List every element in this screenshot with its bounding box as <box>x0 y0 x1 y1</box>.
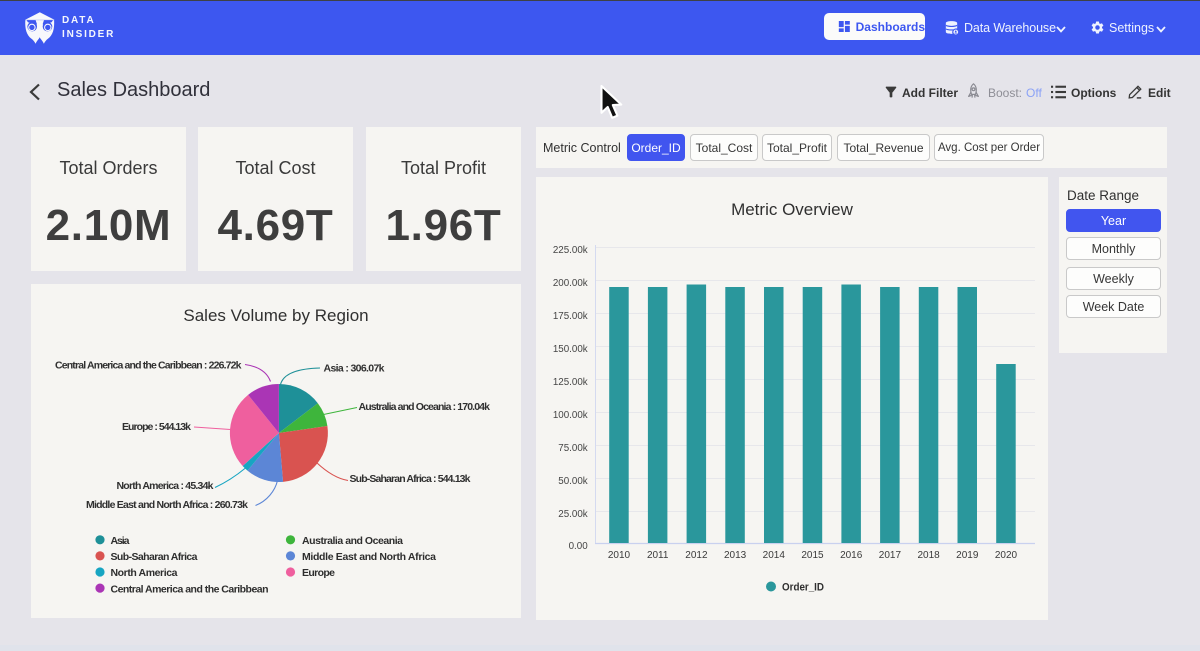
svg-text:2019: 2019 <box>956 550 979 561</box>
svg-text:Asia: Asia <box>111 535 130 547</box>
svg-text:2018: 2018 <box>917 550 940 561</box>
svg-text:Sub-Saharan Africa: Sub-Saharan Africa <box>111 551 198 563</box>
svg-text:2012: 2012 <box>685 550 708 561</box>
svg-text:Europe : 544.13k: Europe : 544.13k <box>122 421 191 433</box>
svg-text:North America: North America <box>111 567 178 579</box>
svg-text:175.00k: 175.00k <box>553 311 588 322</box>
svg-text:Middle East and North Africa: Middle East and North Africa <box>302 551 436 563</box>
svg-text:2011: 2011 <box>647 550 669 561</box>
svg-text:Europe: Europe <box>302 567 335 579</box>
svg-text:Middle East and North Africa :: Middle East and North Africa : 260.73k <box>86 499 248 511</box>
svg-text:2013: 2013 <box>724 550 747 561</box>
svg-text:2017: 2017 <box>879 550 902 561</box>
svg-text:Central America and the Caribb: Central America and the Caribbean <box>111 583 269 595</box>
svg-text:200.00k: 200.00k <box>553 278 588 289</box>
svg-text:Sub-Saharan Africa : 544.13k: Sub-Saharan Africa : 544.13k <box>350 473 471 485</box>
svg-text:Australia and Oceania : 170.04: Australia and Oceania : 170.04k <box>359 401 491 413</box>
svg-text:Asia : 306.07k: Asia : 306.07k <box>324 363 385 375</box>
svg-text:2020: 2020 <box>995 550 1018 561</box>
svg-text:2015: 2015 <box>801 550 824 561</box>
svg-text:2016: 2016 <box>840 550 863 561</box>
svg-text:Order_ID: Order_ID <box>782 582 824 594</box>
svg-text:225.00k: 225.00k <box>553 245 588 256</box>
svg-text:2010: 2010 <box>608 550 631 561</box>
svg-text:Australia and Oceania: Australia and Oceania <box>302 535 403 547</box>
svg-text:North America : 45.34k: North America : 45.34k <box>117 480 214 492</box>
svg-text:0.00: 0.00 <box>569 541 589 552</box>
svg-text:75.00k: 75.00k <box>558 443 588 454</box>
svg-text:25.00k: 25.00k <box>558 509 588 520</box>
svg-text:150.00k: 150.00k <box>553 344 588 355</box>
svg-text:125.00k: 125.00k <box>553 377 588 388</box>
svg-text:Central America and the Caribb: Central America and the Caribbean : 226.… <box>55 360 242 372</box>
svg-text:2014: 2014 <box>763 550 786 561</box>
svg-text:100.00k: 100.00k <box>553 410 588 421</box>
svg-text:50.00k: 50.00k <box>558 476 588 487</box>
